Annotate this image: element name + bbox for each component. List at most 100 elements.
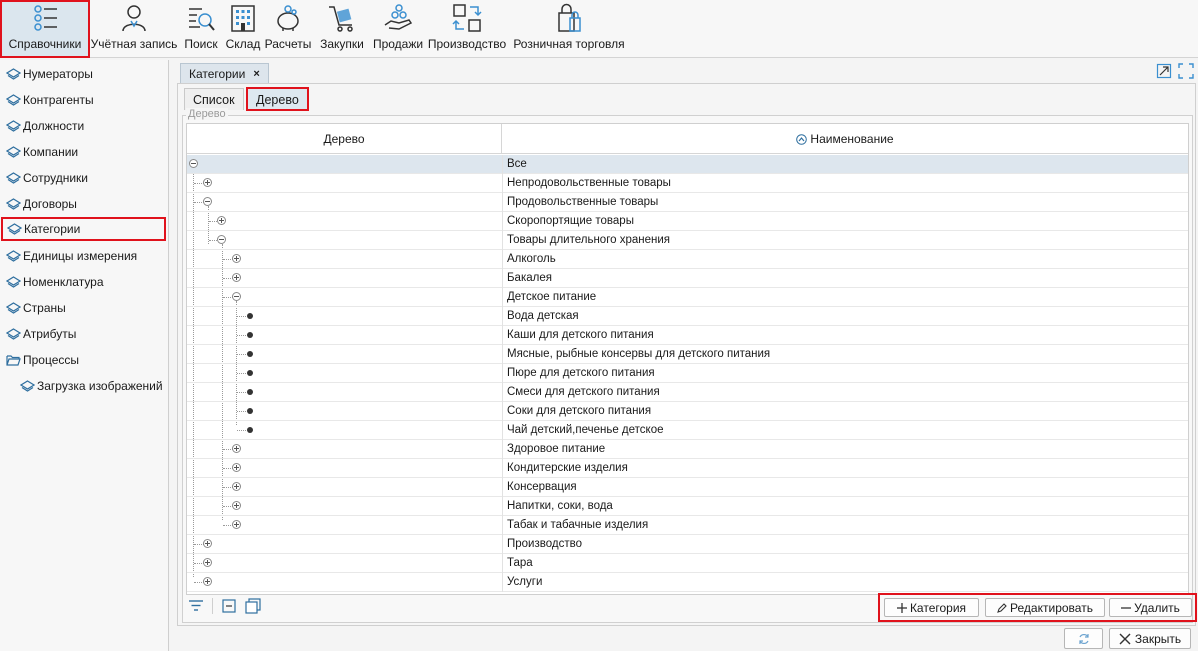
sidebar-item-image-upload[interactable]: Загрузка изображений <box>0 374 168 398</box>
toolbar-references-button[interactable]: Справочники <box>0 0 90 58</box>
grid-divider <box>502 269 503 288</box>
collapse-icon[interactable] <box>232 292 241 301</box>
toolbar-label: Продажи <box>372 37 424 51</box>
expand-icon[interactable] <box>232 444 241 453</box>
column-header-name[interactable]: Наименование <box>502 124 1188 154</box>
collapse-icon[interactable] <box>203 197 212 206</box>
sidebar-item-contracts[interactable]: Договоры <box>0 192 168 216</box>
grid-tools <box>188 598 261 614</box>
filter-icon[interactable] <box>188 598 204 614</box>
collapse-all-icon[interactable] <box>221 598 237 614</box>
collapse-icon[interactable] <box>189 159 198 168</box>
tree-row[interactable]: Производство <box>187 535 1188 554</box>
tree-row[interactable]: Все <box>187 155 1188 174</box>
maximize-icon[interactable] <box>1178 63 1194 79</box>
tree-row[interactable]: Здоровое питание <box>187 440 1188 459</box>
tree-row[interactable]: Кондитерские изделия <box>187 459 1188 478</box>
add-category-button[interactable]: Категория <box>884 598 979 617</box>
tree-row[interactable]: Мясные, рыбные консервы для детского пит… <box>187 345 1188 364</box>
row-name: Соки для детского питания <box>507 405 652 417</box>
sidebar-item-numerators[interactable]: Нумераторы <box>0 62 168 86</box>
sidebar-item-label: Сотрудники <box>23 171 88 185</box>
expand-icon[interactable] <box>203 577 212 586</box>
grid-divider <box>502 535 503 554</box>
toolbar-account-button[interactable]: Учётная запись <box>89 1 179 57</box>
sidebar-item-companies[interactable]: Компании <box>0 140 168 164</box>
row-name: Тара <box>507 557 533 569</box>
collapse-icon[interactable] <box>217 235 226 244</box>
refresh-button[interactable] <box>1064 628 1103 649</box>
sidebar-item-attributes[interactable]: Атрибуты <box>0 322 168 346</box>
sidebar-item-units[interactable]: Единицы измерения <box>0 244 168 268</box>
tree-row[interactable]: Пюре для детского питания <box>187 364 1188 383</box>
sort-ascending-icon <box>796 133 808 145</box>
tree-row[interactable]: Чай детский,печенье детское <box>187 421 1188 440</box>
tree-row[interactable]: Соки для детского питания <box>187 402 1188 421</box>
expand-icon[interactable] <box>232 273 241 282</box>
delete-button[interactable]: Удалить <box>1109 598 1192 617</box>
minus-icon <box>1121 606 1132 609</box>
tree-row[interactable]: Товары длительного хранения <box>187 231 1188 250</box>
sidebar-item-nomenclature[interactable]: Номенклатура <box>0 270 168 294</box>
toolbar-production-button[interactable]: Производство <box>425 1 509 57</box>
expand-all-icon[interactable] <box>245 598 261 614</box>
toolbar-sales-button[interactable]: Продажи <box>371 1 425 57</box>
expand-icon[interactable] <box>232 482 241 491</box>
sidebar-item-positions[interactable]: Должности <box>0 114 168 138</box>
close-tab-icon[interactable]: × <box>253 68 259 80</box>
expand-icon[interactable] <box>232 254 241 263</box>
list-settings-icon <box>34 5 57 31</box>
tree-guide-line <box>237 316 246 317</box>
toolbar-label: Справочники <box>8 37 82 51</box>
expand-icon[interactable] <box>203 558 212 567</box>
tree-row[interactable]: Тара <box>187 554 1188 573</box>
row-name: Табак и табачные изделия <box>507 519 649 531</box>
toolbar-retail-button[interactable]: Розничная торговля <box>509 1 629 57</box>
tree-row[interactable]: Консервация <box>187 478 1188 497</box>
grid-divider <box>502 573 503 592</box>
sidebar-item-employees[interactable]: Сотрудники <box>0 166 168 190</box>
tree-row[interactable]: Детское питание <box>187 288 1188 307</box>
tree-row[interactable]: Каши для детского питания <box>187 326 1188 345</box>
toolbar-purchases-button[interactable]: Закупки <box>313 1 371 57</box>
expand-icon[interactable] <box>203 539 212 548</box>
document-tab-categories[interactable]: Категории × <box>180 63 269 83</box>
tree-row[interactable]: Напитки, соки, вода <box>187 497 1188 516</box>
tree-row[interactable]: Табак и табачные изделия <box>187 516 1188 535</box>
grid-divider <box>502 174 503 193</box>
tree-row[interactable]: Услуги <box>187 573 1188 592</box>
detach-window-icon[interactable] <box>1156 63 1172 79</box>
grid-divider <box>502 516 503 535</box>
sidebar-item-countries[interactable]: Страны <box>0 296 168 320</box>
tab-tree[interactable]: Дерево <box>246 87 309 111</box>
row-name: Детское питание <box>507 291 597 303</box>
tree-row[interactable]: Продовольственные товары <box>187 193 1188 212</box>
tree-row[interactable]: Скоропортящие товары <box>187 212 1188 231</box>
tab-list[interactable]: Список <box>184 88 244 110</box>
toolbar-payments-button[interactable]: Расчеты <box>263 1 313 57</box>
expand-icon[interactable] <box>217 216 226 225</box>
expand-icon[interactable] <box>203 178 212 187</box>
row-name: Чай детский,печенье детское <box>507 424 664 436</box>
sidebar-item-categories[interactable]: Категории <box>1 217 166 241</box>
sidebar-item-counterparties[interactable]: Контрагенты <box>0 88 168 112</box>
tree-row[interactable]: Бакалея <box>187 269 1188 288</box>
tree-row[interactable]: Непродовольственные товары <box>187 174 1188 193</box>
tree-row[interactable]: Вода детская <box>187 307 1188 326</box>
close-button[interactable]: Закрыть <box>1109 628 1191 649</box>
grid-divider <box>502 383 503 402</box>
sidebar-item-label: Номенклатура <box>23 275 104 289</box>
button-label: Категория <box>909 600 967 615</box>
expand-icon[interactable] <box>232 520 241 529</box>
tree-row[interactable]: Алкоголь <box>187 250 1188 269</box>
sidebar-item-label: Единицы измерения <box>23 249 138 263</box>
expand-icon[interactable] <box>232 501 241 510</box>
toolbar-warehouse-button[interactable]: Склад <box>223 1 263 57</box>
toolbar-search-button[interactable]: Поиск <box>179 1 223 57</box>
sidebar-item-label: Нумераторы <box>23 67 93 81</box>
column-header-tree[interactable]: Дерево <box>187 124 502 154</box>
sidebar-item-processes[interactable]: Процессы <box>0 348 168 372</box>
tree-row[interactable]: Смеси для детского питания <box>187 383 1188 402</box>
edit-button[interactable]: Редактировать <box>985 598 1105 617</box>
expand-icon[interactable] <box>232 463 241 472</box>
